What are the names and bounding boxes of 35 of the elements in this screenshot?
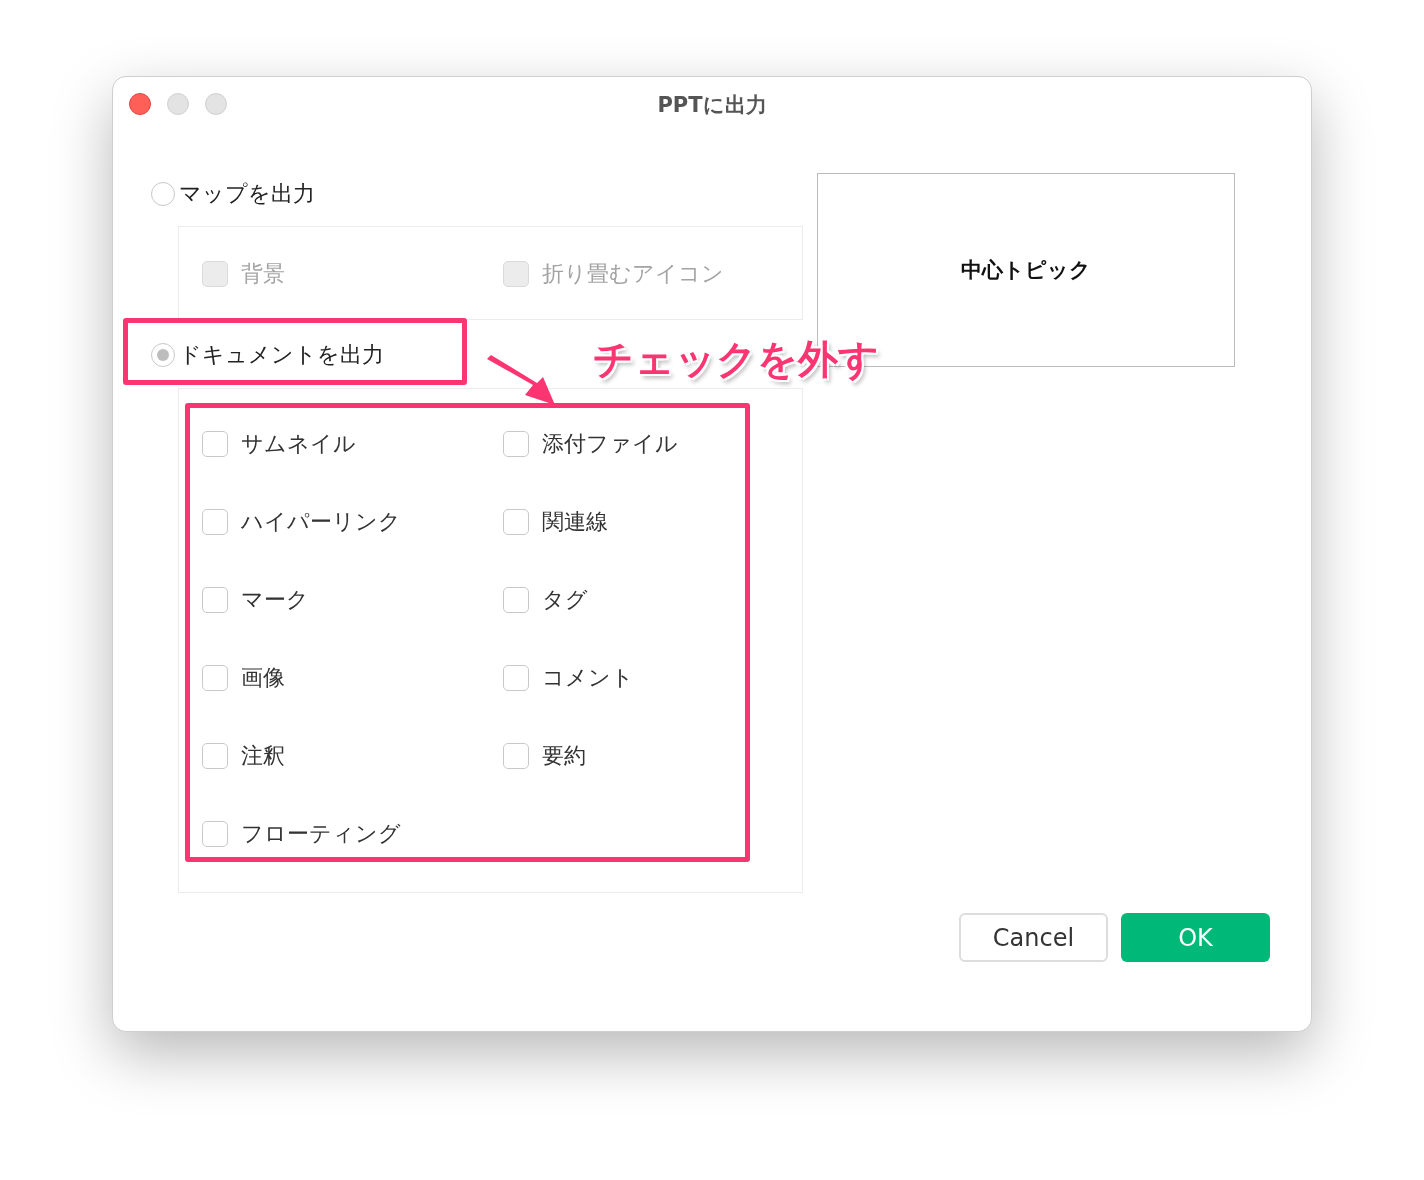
checkbox-label: 添付ファイル <box>542 430 678 458</box>
checkbox-label: マーク <box>241 586 309 614</box>
radio-button[interactable] <box>151 182 175 206</box>
checkbox[interactable] <box>503 431 529 457</box>
checkbox-label: ハイパーリンク <box>241 508 401 536</box>
checkbox-label: フローティング <box>241 820 401 848</box>
window-title: PPTに出力 <box>657 92 767 119</box>
checkbox-label: 折り畳むアイコン <box>542 260 724 288</box>
callout-text: チェックを外す <box>593 335 879 384</box>
checkbox-label: タグ <box>542 586 588 614</box>
zoom-button[interactable] <box>205 93 227 115</box>
checkbox[interactable] <box>503 665 529 691</box>
radio-button[interactable] <box>151 343 175 367</box>
checkbox-label: コメント <box>542 664 634 692</box>
central-topic: 中心トピック <box>961 257 1091 284</box>
checkbox-label: 画像 <box>241 664 285 692</box>
checkbox[interactable] <box>202 587 228 613</box>
checkbox[interactable] <box>503 587 529 613</box>
checkbox[interactable] <box>202 431 228 457</box>
checkbox[interactable] <box>202 821 228 847</box>
checkbox[interactable] <box>202 509 228 535</box>
checkbox[interactable] <box>202 665 228 691</box>
close-button[interactable] <box>129 93 151 115</box>
checkbox[interactable] <box>503 509 529 535</box>
radio-label: マップを出力 <box>179 180 315 208</box>
checkbox-label: 関連線 <box>542 508 608 536</box>
checkbox-label: 注釈 <box>241 742 285 770</box>
checkbox-label: 背景 <box>241 260 285 288</box>
minimize-button[interactable] <box>167 93 189 115</box>
radio-label: ドキュメントを出力 <box>179 341 384 369</box>
checkbox[interactable] <box>503 743 529 769</box>
checkbox[interactable] <box>202 743 228 769</box>
checkbox-label: サムネイル <box>241 430 356 458</box>
checkbox-label: 要約 <box>542 742 586 770</box>
cancel-button[interactable]: Cancel <box>959 913 1108 962</box>
